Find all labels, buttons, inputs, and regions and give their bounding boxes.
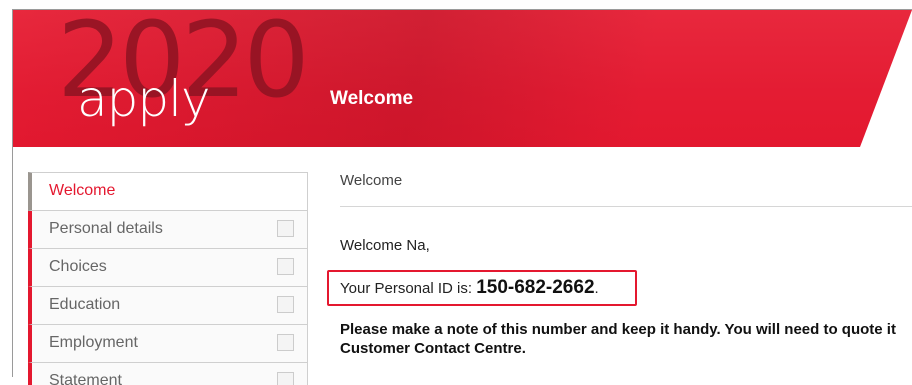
page-title: Welcome <box>330 88 414 109</box>
sidebar-item-personal-details[interactable]: Personal details <box>28 211 308 249</box>
sidebar-item-employment[interactable]: Employment <box>28 325 308 363</box>
sidebar-item-label: Choices <box>49 258 107 275</box>
header-banner: 2020 apply Welcome <box>13 10 912 147</box>
sidebar-item-label: Education <box>49 296 121 313</box>
sidebar-item-choices[interactable]: Choices <box>28 249 308 287</box>
breadcrumb: Welcome <box>340 172 403 189</box>
sidebar-item-label: Welcome <box>49 182 116 199</box>
welcome-greeting: Welcome Na, <box>340 237 430 254</box>
sidebar-item-welcome[interactable]: Welcome <box>28 172 308 211</box>
apply-logo: apply <box>77 70 211 128</box>
sidebar-item-label: Personal details <box>49 220 163 237</box>
note-text: Please make a note of this number and ke… <box>340 320 912 358</box>
sidebar-item-statement[interactable]: Statement <box>28 363 308 385</box>
completion-checkbox <box>277 296 294 313</box>
sidebar-item-label: Employment <box>49 334 138 351</box>
completion-checkbox <box>277 334 294 351</box>
personal-id-suffix: . <box>594 280 599 297</box>
completion-checkbox <box>277 372 294 385</box>
sidebar-nav: Welcome Personal details Choices Educati… <box>28 172 308 385</box>
completion-checkbox <box>277 258 294 275</box>
note-line: Customer Contact Centre. <box>340 340 526 357</box>
personal-id-number: 150-682-2662 <box>476 277 595 298</box>
note-line: Please make a note of this number and ke… <box>340 321 896 338</box>
personal-id-prefix: Your Personal ID is: <box>340 280 477 297</box>
completion-checkbox <box>277 220 294 237</box>
personal-id-line: Your Personal ID is: 150-682-2662. <box>340 277 599 299</box>
content-divider <box>340 206 912 207</box>
sidebar-item-education[interactable]: Education <box>28 287 308 325</box>
sidebar-item-label: Statement <box>49 372 122 385</box>
